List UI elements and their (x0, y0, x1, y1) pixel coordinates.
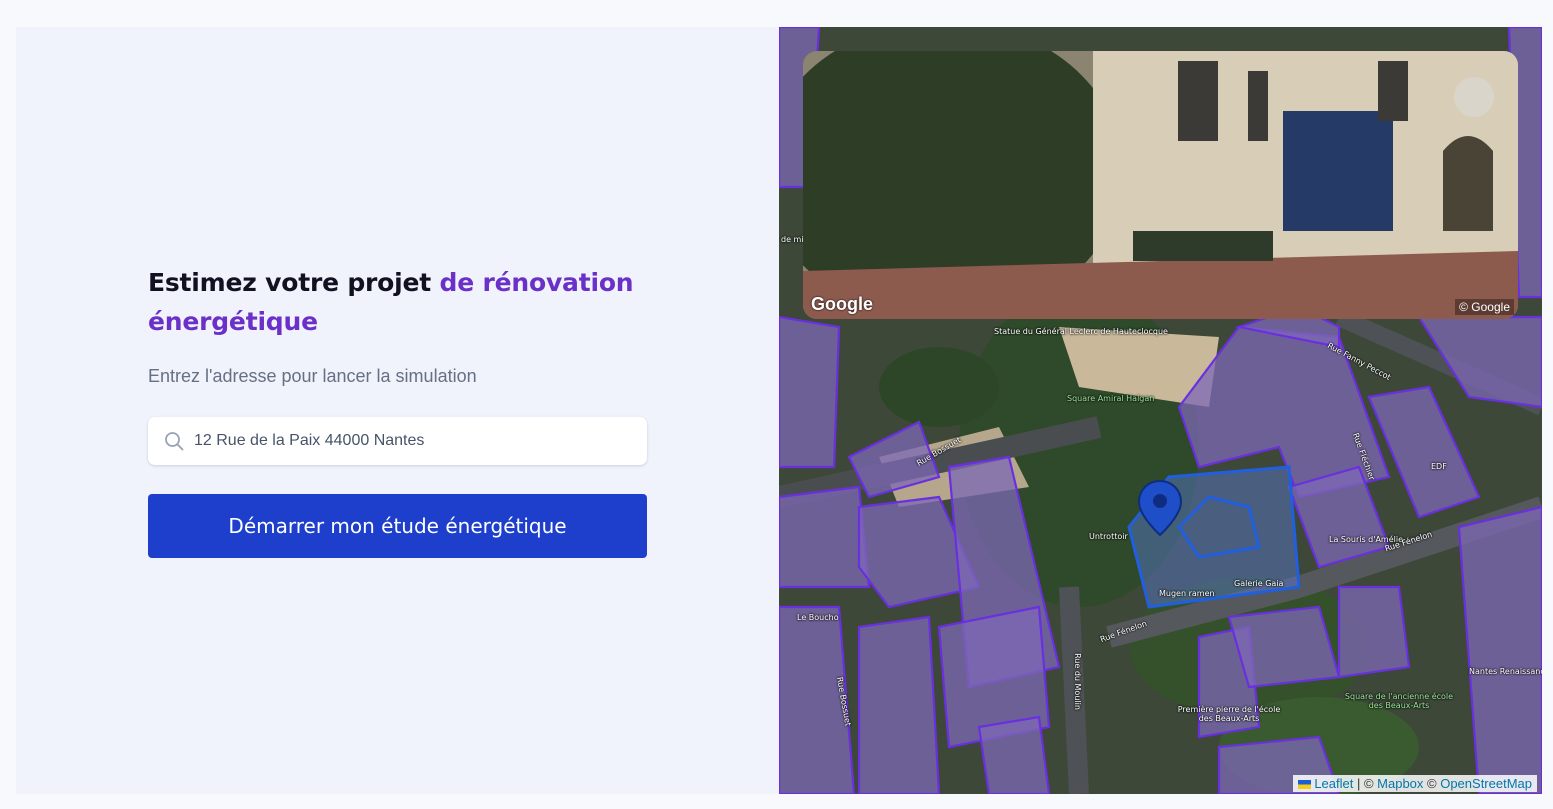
map-label: Galerie Gaia (1234, 579, 1284, 588)
map-label: Square de l'ancienne école des Beaux-Art… (1344, 692, 1454, 710)
street-view-panel[interactable]: Google © Google (803, 51, 1518, 319)
osm-link[interactable]: OpenStreetMap (1440, 776, 1532, 791)
map-label: Première pierre de l'école des Beaux-Art… (1177, 705, 1281, 723)
google-logo: Google (811, 294, 873, 314)
map-panel[interactable]: Statue du Général Leclerc de Hauteclocqu… (779, 27, 1542, 794)
map-label: Mugen ramen (1159, 589, 1215, 598)
map-label: Nantes Renaissance (1469, 667, 1542, 676)
map-label: Untrottoir (1089, 532, 1128, 541)
map-label: EDF (1431, 462, 1447, 471)
title-main: Estimez votre projet (148, 268, 440, 297)
address-search[interactable] (148, 417, 647, 465)
attribution-sep: © (1423, 776, 1441, 791)
map-label: Statue du Général Leclerc de Hauteclocqu… (994, 327, 1168, 336)
map-label: Le Boucho (797, 613, 839, 622)
street-view-image (803, 51, 1518, 319)
page-subtitle: Entrez l'adresse pour lancer la simulati… (148, 366, 477, 386)
leaflet-link[interactable]: Leaflet (1314, 776, 1353, 791)
attribution-sep: | © (1353, 776, 1378, 791)
map-pin-icon[interactable] (1137, 479, 1183, 537)
start-study-button[interactable]: Démarrer mon étude énergétique (148, 494, 647, 558)
google-copyright: © Google (1455, 299, 1514, 315)
hero-card: Estimez votre projet de rénovation énerg… (16, 27, 779, 794)
compass-icon[interactable] (1454, 77, 1494, 117)
map-label: Square Amiral Halgan (1067, 394, 1155, 403)
map-attribution: Leaflet | © Mapbox © OpenStreetMap (1292, 775, 1537, 792)
search-icon (165, 432, 184, 451)
mapbox-link[interactable]: Mapbox (1377, 776, 1423, 791)
map-label: de mi (781, 235, 804, 244)
ukraine-flag-icon (1297, 780, 1311, 789)
page-title: Estimez votre projet de rénovation énerg… (148, 263, 668, 341)
map-label: Rue du Moulin (1072, 653, 1082, 710)
address-input[interactable] (194, 417, 634, 465)
